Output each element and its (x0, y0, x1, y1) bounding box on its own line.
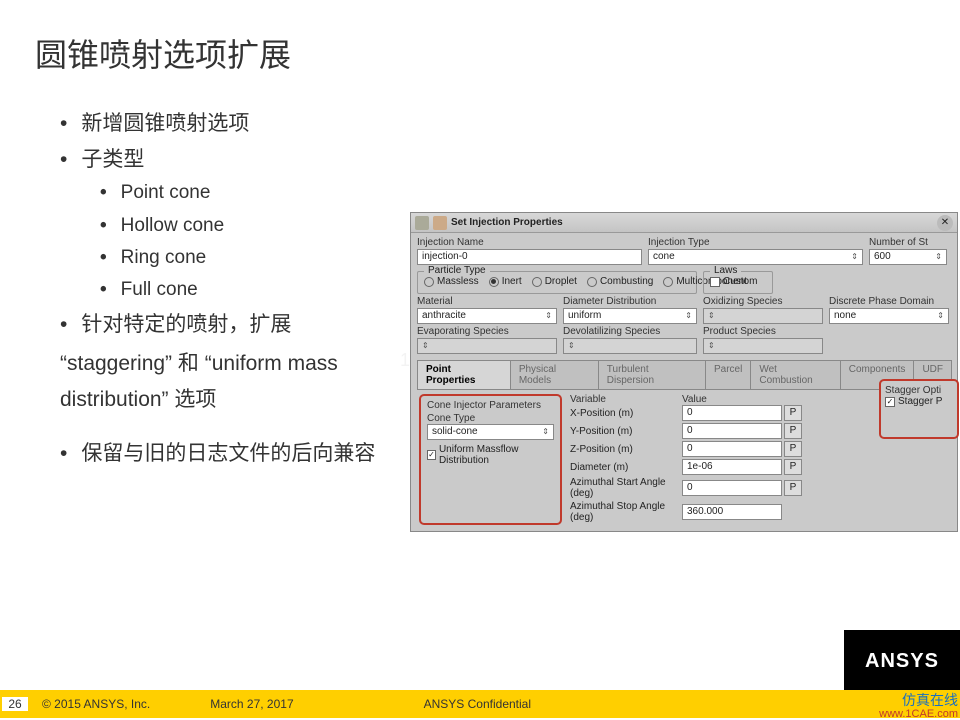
p-button[interactable]: P (784, 480, 802, 496)
value-input[interactable]: 360.000 (682, 504, 782, 520)
material-select[interactable]: anthracite (417, 308, 557, 324)
devol-label: Devolatilizing Species (563, 326, 697, 337)
injection-name-label: Injection Name (417, 237, 642, 248)
diameter-dist-label: Diameter Distribution (563, 296, 697, 307)
oxidizing-label: Oxidizing Species (703, 296, 823, 307)
footer-date: March 27, 2017 (210, 697, 293, 711)
value-input[interactable]: 0 (682, 480, 782, 496)
var-label: Azimuthal Stop Angle (deg) (570, 501, 682, 523)
particle-type-label: Particle Type (424, 265, 490, 276)
ansys-logo: ANSYS (844, 630, 960, 692)
tab-turbulent-dispersion[interactable]: Turbulent Dispersion (598, 360, 706, 389)
custom-check[interactable]: Custom (710, 276, 766, 287)
bullet-3-note: “staggering” 和 “uniform mass distributio… (60, 346, 400, 417)
var-label: Azimuthal Start Angle (deg) (570, 477, 682, 499)
confidential-label: ANSYS Confidential (424, 697, 531, 711)
bullet-list: 新增圆锥喷射选项 子类型 Point cone Hollow cone Ring… (0, 76, 400, 471)
laws-label: Laws (710, 265, 741, 276)
tab-parcel[interactable]: Parcel (705, 360, 751, 389)
dialog-titlebar: Set Injection Properties ✕ (411, 213, 957, 233)
tab-point-properties[interactable]: Point Properties (417, 360, 511, 389)
sub-bullet: Ring cone (100, 242, 400, 274)
value-input[interactable]: 0 (682, 423, 782, 439)
num-streams-label: Number of St (869, 237, 947, 248)
value-input[interactable]: 1e-06 (682, 459, 782, 475)
tab-row: Point Properties Physical Models Turbule… (417, 360, 951, 390)
var-label: Diameter (m) (570, 462, 682, 473)
variable-header: Variable (570, 394, 682, 405)
prod-label: Product Species (703, 326, 823, 337)
stagger-opt-label: Stagger Opti (885, 385, 953, 396)
radio-massless[interactable]: Massless (424, 276, 479, 287)
material-label: Material (417, 296, 557, 307)
cone-params-label: Cone Injector Parameters (427, 400, 554, 411)
copyright: © 2015 ANSYS, Inc. (42, 697, 150, 711)
page-number: 26 (2, 697, 28, 711)
dpd-label: Discrete Phase Domain (829, 296, 949, 307)
tab-physical-models[interactable]: Physical Models (510, 360, 599, 389)
injection-type-select[interactable]: cone (648, 249, 863, 265)
laws-group: Laws Custom (703, 271, 773, 294)
uniform-massflow-check[interactable]: ✓Uniform Massflow Distribution (427, 444, 554, 466)
cone-type-label: Cone Type (427, 413, 554, 424)
bullet-3: 针对特定的喷射，扩展 (60, 307, 400, 343)
evap-select (417, 338, 557, 354)
sub-bullet: Full cone (100, 274, 400, 306)
devol-select (563, 338, 697, 354)
dialog-title: Set Injection Properties (451, 217, 563, 228)
bullet-1: 新增圆锥喷射选项 (60, 106, 400, 142)
evap-label: Evaporating Species (417, 326, 557, 337)
particle-type-group: Particle Type Massless Inert Droplet Com… (417, 271, 697, 294)
value-input[interactable]: 0 (682, 441, 782, 457)
var-label: X-Position (m) (570, 408, 682, 419)
p-button[interactable]: P (784, 423, 802, 439)
prod-select (703, 338, 823, 354)
source-credit: 仿真在线 www.1CAE.com (879, 693, 958, 720)
cone-type-select[interactable]: solid-cone (427, 424, 554, 440)
injection-type-label: Injection Type (648, 237, 863, 248)
value-input[interactable]: 0 (682, 405, 782, 421)
value-header: Value (682, 394, 707, 405)
num-streams-input[interactable]: 600 (869, 249, 947, 265)
bullet-2: 子类型 (60, 142, 400, 178)
tab-wet-combustion[interactable]: Wet Combustion (750, 360, 840, 389)
p-button[interactable]: P (784, 459, 802, 475)
dialog-icon (415, 216, 429, 230)
dpd-select[interactable]: none (829, 308, 949, 324)
dialog-icon (433, 216, 447, 230)
injection-properties-dialog: Set Injection Properties ✕ Injection Nam… (410, 212, 958, 532)
slide-title: 圆锥喷射选项扩展 (0, 0, 960, 76)
sub-bullet: Point cone (100, 177, 400, 209)
close-icon[interactable]: ✕ (937, 215, 953, 231)
p-button[interactable]: P (784, 441, 802, 457)
cone-injector-params: Cone Injector Parameters Cone Type solid… (419, 394, 562, 525)
injection-name-input[interactable]: injection-0 (417, 249, 642, 265)
diameter-dist-select[interactable]: uniform (563, 308, 697, 324)
radio-droplet[interactable]: Droplet (532, 276, 577, 287)
bullet-4: 保留与旧的日志文件的后向兼容 (60, 436, 400, 472)
sub-bullet: Hollow cone (100, 210, 400, 242)
var-label: Z-Position (m) (570, 444, 682, 455)
p-button[interactable]: P (784, 405, 802, 421)
oxidizing-select (703, 308, 823, 324)
radio-combusting[interactable]: Combusting (587, 276, 653, 287)
radio-inert[interactable]: Inert (489, 276, 522, 287)
var-label: Y-Position (m) (570, 426, 682, 437)
footer: 26 © 2015 ANSYS, Inc. March 27, 2017 ANS… (0, 688, 960, 720)
stagger-p-check[interactable]: ✓Stagger P (885, 396, 953, 407)
stagger-options: Stagger Opti ✓Stagger P (879, 379, 959, 439)
